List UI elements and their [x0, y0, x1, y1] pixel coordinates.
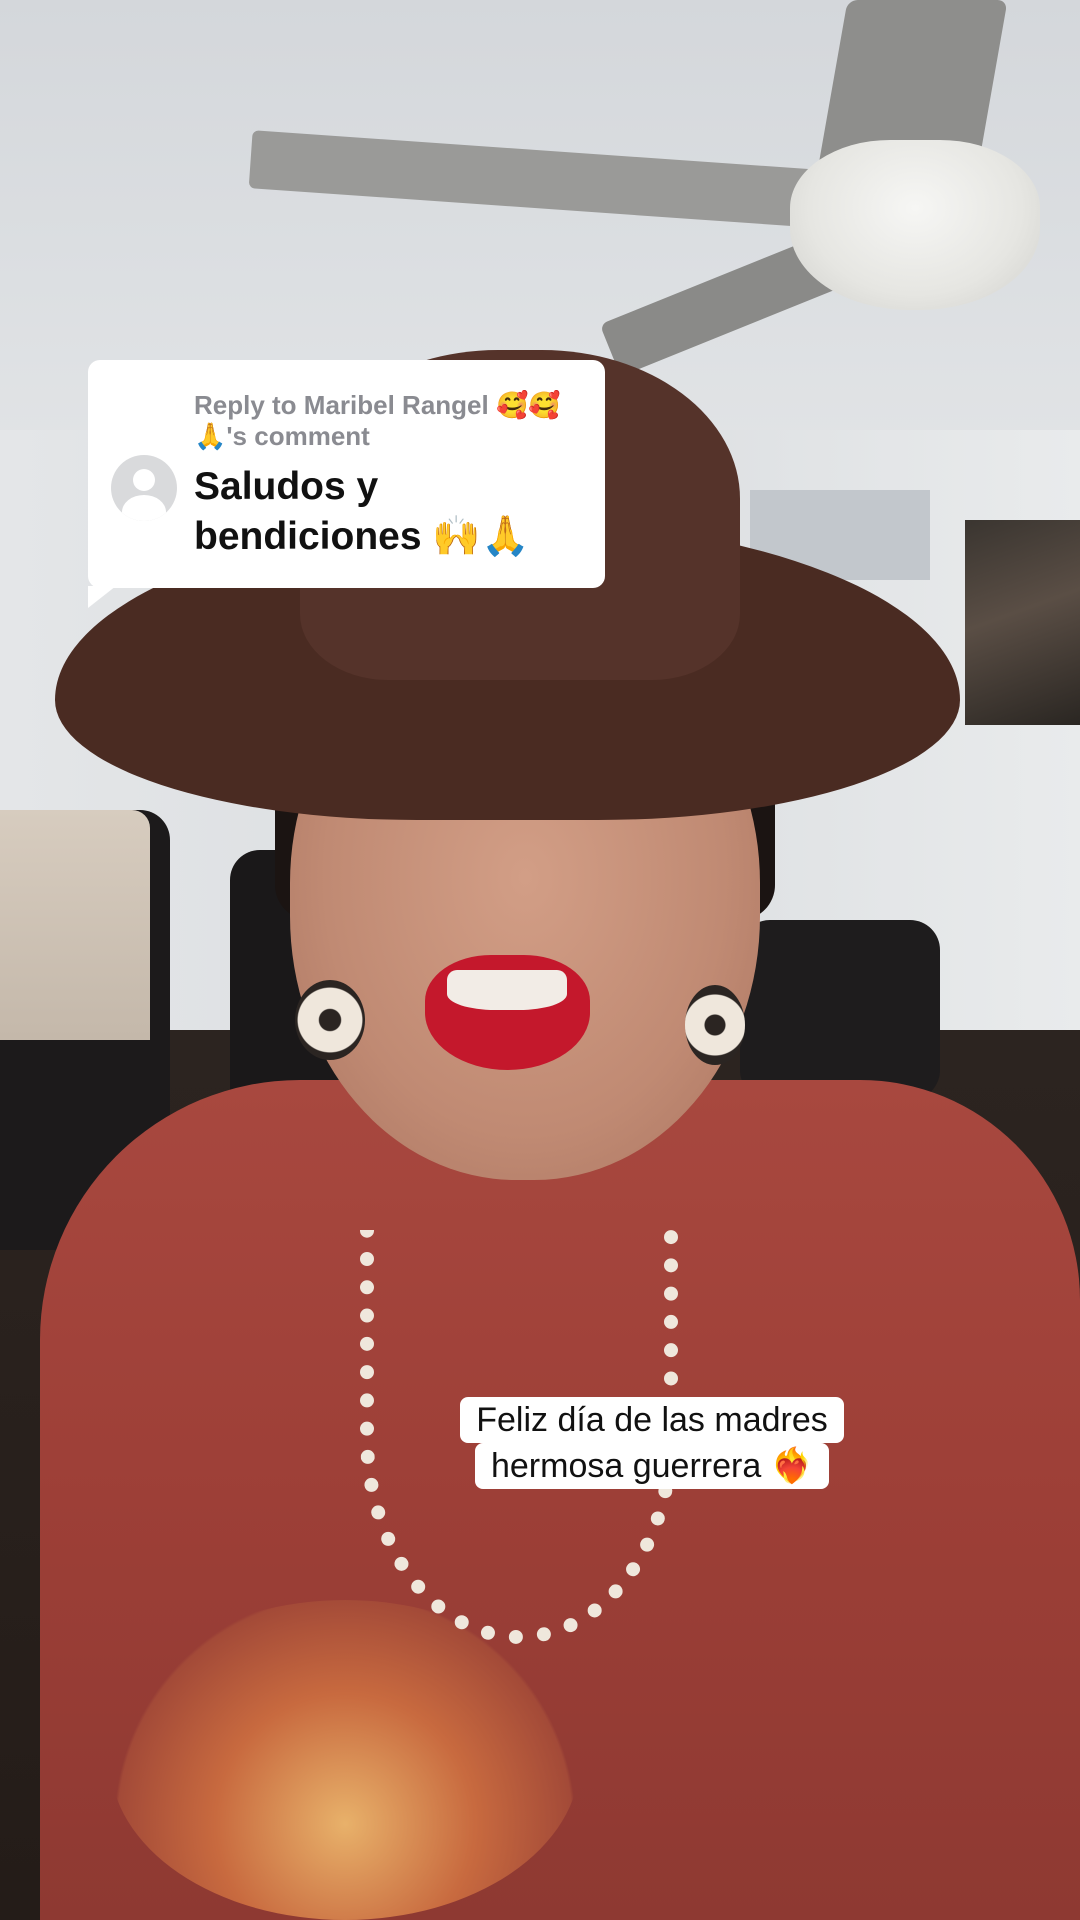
caption-line-2: hermosa guerrera ❤️‍🔥: [474, 1443, 830, 1489]
ceiling-fan-hub: [790, 140, 1040, 310]
reply-comment-text: Saludos y bendiciones 🙌🙏: [194, 465, 530, 558]
caption-line-1: Feliz día de las madres: [460, 1397, 844, 1443]
reply-bubble-tail: [88, 586, 116, 608]
caption-sticker: Feliz día de las madres hermosa guerrera…: [443, 1397, 861, 1489]
armchair: [740, 920, 940, 1100]
reply-to-header: Reply to Maribel Rangel 🥰🥰🙏's comment: [194, 390, 561, 451]
avatar-head: [133, 469, 155, 491]
earring: [295, 980, 365, 1060]
earring: [685, 985, 745, 1065]
avatar-body: [122, 495, 166, 521]
sofa-blanket: [0, 810, 150, 1040]
default-user-avatar-icon[interactable]: [111, 455, 177, 521]
video-frame[interactable]: Reply to Maribel Rangel 🥰🥰🙏's comment Sa…: [0, 0, 1080, 1920]
teeth: [447, 970, 567, 1010]
shirt-graphic: [110, 1600, 580, 1920]
wall-photo-frame: [965, 520, 1080, 725]
